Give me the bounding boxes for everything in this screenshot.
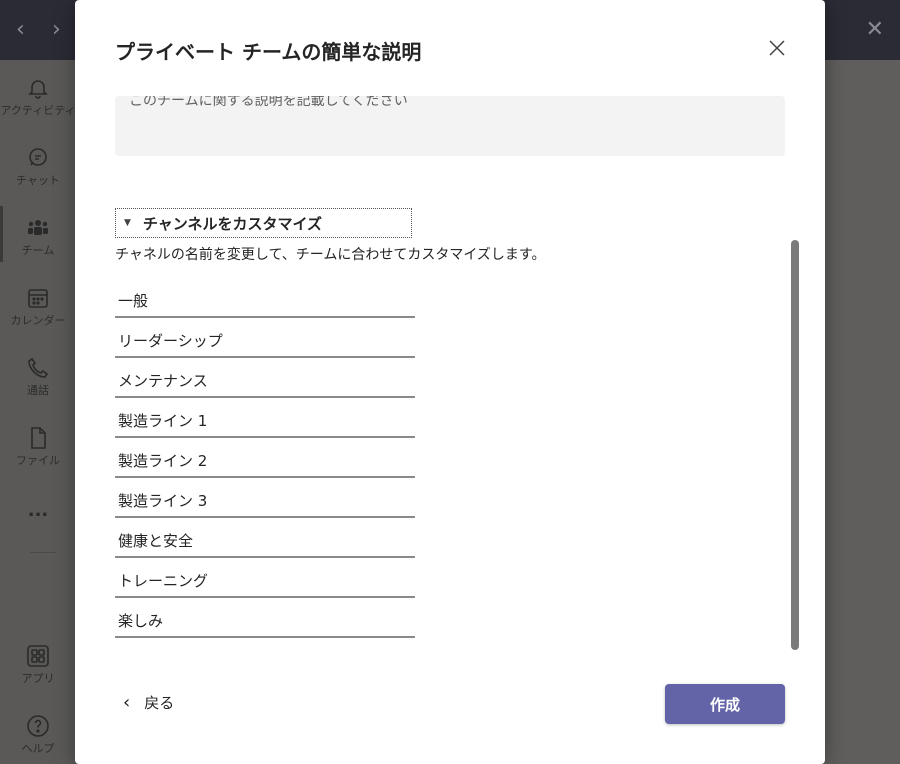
calendar-icon (28, 289, 48, 308)
create-button[interactable]: 作成 (665, 684, 785, 724)
channel-name-input[interactable] (115, 518, 415, 556)
rail-item-calls[interactable]: 通話 (0, 350, 76, 410)
channel-name-field[interactable] (115, 558, 415, 598)
rail-item-chat[interactable]: チャット (0, 140, 76, 200)
file-icon (31, 427, 46, 449)
rail-label: ヘルプ (21, 742, 55, 755)
rail-item-help[interactable]: ヘルプ (0, 708, 76, 764)
channel-name-field[interactable] (115, 598, 415, 638)
more-icon: ... (27, 500, 49, 521)
rail-item-files[interactable]: ファイル (0, 420, 76, 480)
channel-name-field[interactable] (115, 478, 415, 518)
rail-label: アプリ (21, 672, 55, 685)
channels-helper-text: チャネルの名前を変更して、チームに合わせてカスタマイズします。 (115, 247, 546, 263)
close-icon (769, 40, 785, 56)
channel-name-input[interactable] (115, 318, 415, 356)
apps-icon (27, 645, 49, 667)
channel-name-field[interactable] (115, 438, 415, 478)
back-button[interactable]: ‹ 戻る (123, 692, 174, 713)
customize-channels-label: チャンネルをカスタマイズ (142, 214, 323, 233)
chevron-left-icon: ‹ (123, 691, 131, 713)
help-icon (27, 715, 49, 737)
teams-icon (28, 220, 48, 235)
channel-name-input[interactable] (115, 558, 415, 596)
channel-name-field[interactable] (115, 318, 415, 358)
rail-label: チャット (16, 174, 60, 187)
window-close-icon[interactable]: ✕ (866, 16, 884, 44)
channel-name-input[interactable] (115, 278, 415, 316)
nav-back-icon[interactable]: ‹ (16, 16, 25, 44)
dialog-scroll-area[interactable]: このチームに関する説明を記載してください ▼ チャンネルをカスタマイズ チャネル… (75, 96, 825, 656)
rail-item-teams[interactable]: チーム (0, 210, 76, 270)
dialog-title: プライベート チームの簡単な説明 (115, 40, 422, 64)
create-team-dialog: プライベート チームの簡単な説明 このチームに関する説明を記載してください ▼ … (75, 0, 825, 764)
channel-name-input[interactable] (115, 398, 415, 436)
channel-name-input[interactable] (115, 478, 415, 516)
channel-name-input[interactable] (115, 438, 415, 476)
bell-icon (28, 80, 48, 99)
rail-item-more[interactable]: ... (0, 500, 76, 560)
rail-label: カレンダー (10, 314, 66, 327)
rail-item-calendar[interactable]: カレンダー (0, 280, 76, 340)
chat-icon (29, 148, 47, 166)
rail-divider (30, 552, 56, 553)
dialog-close-button[interactable] (765, 36, 789, 60)
back-label: 戻る (144, 694, 175, 712)
rail-item-activity[interactable]: アクティビティ (0, 70, 76, 130)
channel-name-input[interactable] (115, 598, 415, 636)
rail-label: アクティビティ (0, 104, 76, 117)
phone-icon (28, 357, 49, 378)
rail-label: チーム (21, 244, 55, 257)
rail-item-apps[interactable]: アプリ (0, 638, 76, 698)
channel-name-field[interactable] (115, 518, 415, 558)
dialog-scrollbar[interactable] (791, 240, 799, 650)
customize-channels-toggle[interactable]: ▼ チャンネルをカスタマイズ (115, 208, 412, 238)
left-rail: アクティビティ チャット チーム カレンダー 通話 ファイル ... アプリ ヘ… (0, 60, 76, 764)
caret-down-icon: ▼ (124, 218, 131, 228)
rail-label: 通話 (27, 384, 49, 397)
channel-name-field[interactable] (115, 398, 415, 438)
description-placeholder: このチームに関する説明を記載してください (129, 96, 408, 109)
nav-forward-icon[interactable]: › (52, 16, 61, 44)
rail-label: ファイル (16, 454, 60, 467)
channel-name-input[interactable] (115, 358, 415, 396)
description-textarea[interactable]: このチームに関する説明を記載してください (115, 96, 785, 156)
channel-name-field[interactable] (115, 278, 415, 318)
channel-name-field[interactable] (115, 358, 415, 398)
